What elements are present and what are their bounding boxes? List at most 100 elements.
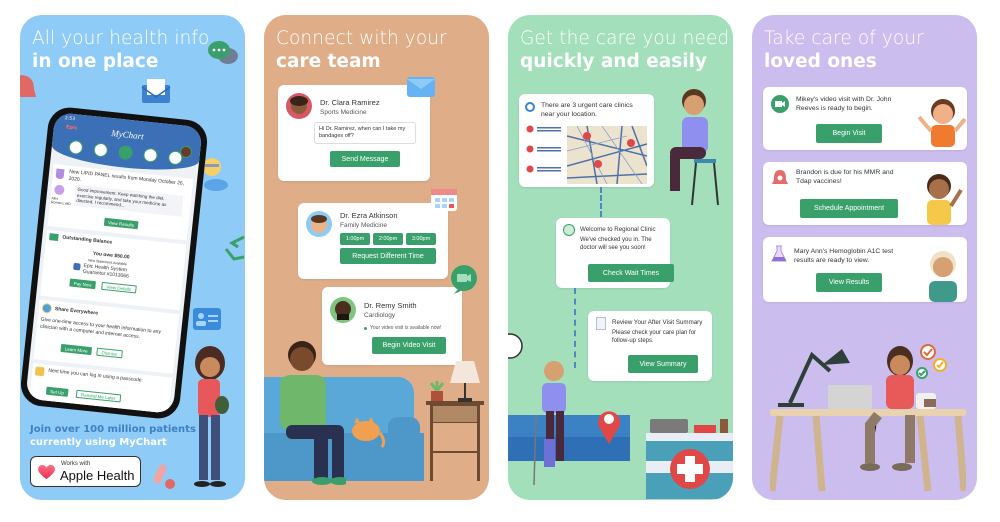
share-everywhere-card: Share Everywhere Give one-time access to… (33, 299, 180, 374)
test-results-card: Mary Ann's Hemoglobin A1C test results a… (763, 237, 967, 302)
user-avatar[interactable] (179, 145, 193, 159)
headline-bold: quickly and easily (520, 51, 707, 72)
laptop-icon (650, 419, 688, 433)
urgent-care-text: There are 3 urgent care clinics near you… (541, 102, 633, 118)
message-icon[interactable] (93, 142, 109, 158)
time-slot-button[interactable]: 3:00pm (406, 233, 436, 245)
panel-headline: Connect with your care team (276, 27, 447, 73)
balance-title: Outstanding Balance (62, 234, 113, 246)
man-illustration (280, 341, 346, 485)
doctor-avatar (330, 297, 356, 323)
plant-icon (720, 419, 728, 433)
headline-bold: loved ones (764, 51, 877, 72)
proxy-video-text: Mikey's video visit with Dr. John Reeves… (796, 96, 892, 112)
check-wait-times-button[interactable]: Check Wait Times (588, 264, 674, 282)
test-results-text: Mary Ann's Hemoglobin A1C test results a… (794, 248, 894, 264)
appointment-card: Dr. Ezra Atkinson Family Medicine 1:00pm… (298, 203, 448, 279)
video-camera-icon (771, 95, 789, 113)
urgent-care-card: There are 3 urgent care clinics near you… (519, 94, 654, 187)
after-visit-title: Review Your After Visit Summary (612, 319, 703, 326)
share-title: Share Everywhere (54, 306, 99, 317)
check-in-title: Welcome to Regional Clinic (580, 226, 656, 233)
side-table (426, 401, 484, 481)
lamp-icon (450, 361, 480, 402)
view-results-button[interactable]: View Results (816, 273, 882, 292)
panel-care-quickly: Get the care you need quickly and easily… (508, 15, 733, 500)
works-with-label: Works with (61, 461, 91, 467)
calendar-icon[interactable] (68, 139, 84, 156)
reception-desk (646, 433, 733, 499)
stethoscope-icon (525, 102, 535, 112)
panel-care-team: Connect with your care team Dr. Clara Ra… (264, 15, 489, 500)
location-list (526, 125, 561, 173)
doctor-avatar (286, 93, 312, 119)
proxy-video-card: Mikey's video visit with Dr. John Reeves… (763, 87, 967, 150)
headline-light: Connect with your (276, 28, 447, 49)
apple-health-label: Apple Health (60, 468, 135, 483)
globe-icon (41, 302, 53, 314)
check-in-text: We've checked you in. The doctor will se… (580, 237, 652, 251)
cat-illustration (352, 417, 386, 448)
menu-icon[interactable] (117, 144, 134, 161)
begin-visit-button[interactable]: Begin Visit (816, 124, 882, 143)
calendar-icon (431, 189, 457, 211)
message-input[interactable]: Hi Dr. Ramirez, when can I take my banda… (314, 122, 416, 144)
pay-now-button[interactable]: Pay Now (69, 278, 97, 290)
couch-arm (388, 417, 420, 477)
message-card: Dr. Clara Ramirez Sports Medicine Hi Dr.… (278, 85, 430, 181)
request-different-time-button[interactable]: Request Different Time (340, 248, 436, 264)
doctor-name: Dr. Ezra Atkinson (340, 211, 398, 220)
dismiss-button[interactable]: Dismiss (96, 347, 123, 359)
video-status: Your video visit is available now! (370, 325, 442, 331)
seated-man-illustration (670, 89, 719, 206)
clock-icon (508, 333, 523, 359)
recycle-icon (224, 235, 245, 261)
bill-icon (49, 233, 59, 242)
mychart-screen: 2:53 Epic MyChart New LIPID PANEL result… (25, 112, 203, 414)
set-up-button[interactable]: Set Up (45, 386, 69, 397)
panel-headline: Take care of your loved ones (764, 27, 924, 73)
flask-icon (55, 168, 65, 180)
chat-bubbles-icon (208, 41, 238, 64)
tagline: Join over 100 million patients currently… (30, 423, 196, 449)
headline-light: Get the care you need (520, 28, 730, 49)
tagline-line1: Join over 100 million patients (30, 424, 196, 435)
panel-health-info: All your health info in one place 2:53 E… (20, 15, 245, 500)
time-slot-button[interactable]: 2:00pm (373, 233, 403, 245)
doctor-name: Alex Romero, MD (50, 196, 71, 207)
view-details-button[interactable]: View Details (101, 281, 137, 294)
panel-headline: Get the care you need quickly and easily (520, 27, 729, 73)
time-slot-button[interactable]: 1:00pm (340, 233, 370, 245)
begin-video-visit-button[interactable]: Begin Video Visit (372, 337, 446, 354)
headline-light: Take care of your (764, 28, 924, 49)
path-line (574, 288, 576, 368)
boy-waving-illustration (927, 174, 963, 225)
headline-light: All your health info (32, 28, 210, 49)
learn-more-button[interactable]: Learn More (60, 343, 93, 356)
lock-icon (34, 366, 45, 377)
checkmarks-icon (916, 344, 947, 379)
check-circle-icon (563, 224, 575, 236)
bell-icon (772, 170, 788, 184)
headline-bold: in one place (32, 51, 159, 72)
clinic-map[interactable] (567, 126, 647, 184)
view-summary-button[interactable]: View Summary (628, 355, 698, 373)
view-results-button[interactable]: View Results (103, 217, 139, 230)
headline-bold: care team (276, 51, 381, 72)
send-message-button[interactable]: Send Message (330, 151, 400, 167)
bell-icon (20, 75, 36, 97)
grandmother-illustration (929, 251, 957, 302)
doctor-specialty: Cardiology (364, 312, 396, 319)
doctor-avatar (53, 184, 65, 196)
doctor-specialty: Sports Medicine (320, 109, 367, 116)
test-results-icon[interactable] (142, 147, 158, 163)
remind-later-button[interactable]: Remind Me Later (75, 389, 121, 403)
share-body: Give one-time access to your health info… (39, 316, 162, 340)
lab-results-card: New LIPID PANEL results from Monday Octo… (47, 164, 194, 241)
phone-mockup: 2:53 Epic MyChart New LIPID PANEL result… (20, 105, 210, 421)
apple-health-badge[interactable]: Works with Apple Health (30, 456, 141, 487)
after-visit-text: Please check your care plan for follow-u… (612, 330, 697, 344)
path-line (600, 187, 602, 217)
schedule-appointment-button[interactable]: Schedule Appointment (800, 199, 898, 218)
heart-icon (38, 465, 55, 480)
